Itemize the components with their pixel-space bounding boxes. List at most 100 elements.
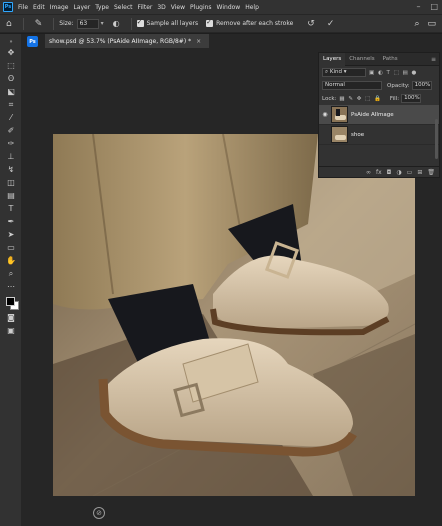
fx-icon[interactable]: fx — [376, 169, 382, 176]
menu-window[interactable]: Window — [217, 4, 241, 11]
document-canvas[interactable] — [53, 134, 415, 496]
blend-mode-label: Normal — [325, 82, 345, 88]
eraser-tool-icon[interactable]: ◫ — [4, 177, 18, 189]
tab-channels[interactable]: Channels — [345, 53, 378, 66]
menu-layer[interactable]: Layer — [73, 4, 90, 11]
tools-panel: » ✥ ⬚ ʘ ⬕ ⌗ ⁄ ✐ ✑ ⊥ ↯ ◫ ▤ T ✒ ➤ ▭ ✋ ⌕ ⋯ … — [0, 34, 22, 526]
fill-label: Fill: — [389, 95, 400, 102]
divider — [130, 17, 132, 30]
document-tab-bar: Ps show.psd @ 53.7% (PsAide AIImage, RGB… — [22, 34, 442, 48]
options-right: ⌕ ▭ — [414, 19, 436, 29]
size-label: Size: — [59, 20, 74, 27]
fill-input[interactable]: 100% — [401, 94, 422, 103]
layer-row[interactable]: shoe — [319, 125, 439, 145]
link-layers-icon[interactable]: ∞ — [366, 169, 371, 176]
commit-check-icon[interactable]: ✓ — [327, 19, 335, 29]
layer-row[interactable]: ◉ PsAide AIImage — [319, 105, 439, 125]
home-icon[interactable]: ⌂ — [6, 19, 12, 29]
lasso-tool-icon[interactable]: ʘ — [4, 73, 18, 85]
document-tab[interactable]: show.psd @ 53.7% (PsAide AIImage, RGB/8#… — [45, 34, 210, 48]
options-bar: ⌂ ✎ Size: 63 ▾ ◐ Sample all layers Remov… — [0, 14, 442, 33]
panel-tabs: Layers Channels Paths ≡ — [319, 52, 439, 66]
menu-view[interactable]: View — [171, 4, 185, 11]
lock-icons[interactable]: ▦ ✎ ✥ ⬚ 🔒 — [339, 96, 381, 102]
menu-type[interactable]: Type — [95, 4, 109, 11]
workspace-icon[interactable]: ▭ — [427, 19, 436, 29]
minimize-icon[interactable]: – — [416, 2, 420, 11]
document-tab-title: show.psd @ 53.7% (PsAide AIImage, RGB/8#… — [49, 37, 192, 45]
visibility-eye-icon[interactable]: ◉ — [319, 111, 331, 118]
type-tool-icon[interactable]: T — [4, 203, 18, 215]
menu-filter[interactable]: Filter — [138, 4, 153, 11]
rectangle-tool-icon[interactable]: ▭ — [4, 242, 18, 254]
panel-menu-icon[interactable]: ≡ — [431, 53, 436, 66]
move-tool-icon[interactable]: ✥ — [4, 47, 18, 59]
menu-select[interactable]: Select — [114, 4, 133, 11]
remove-tool-icon[interactable]: ✐ — [4, 125, 18, 137]
tab-paths[interactable]: Paths — [379, 53, 402, 66]
divider — [22, 17, 24, 30]
path-select-icon[interactable]: ➤ — [4, 229, 18, 241]
menu-edit[interactable]: Edit — [33, 4, 45, 11]
new-group-icon[interactable]: ▭ — [407, 169, 413, 176]
chevron-down-icon[interactable]: ▾ — [101, 20, 104, 27]
opacity-input[interactable]: 100% — [411, 81, 432, 90]
menu-help[interactable]: Help — [245, 4, 259, 11]
stamp-tool-icon[interactable]: ⊥ — [4, 151, 18, 163]
menu-file[interactable]: File — [18, 4, 28, 11]
search-icon[interactable]: ⌕ — [414, 19, 419, 29]
remove-after-stroke-checkbox[interactable] — [206, 18, 214, 27]
blend-mode-select[interactable]: Normal — [322, 81, 382, 90]
window-controls: – □ — [416, 2, 438, 11]
divider — [53, 17, 55, 30]
close-icon[interactable]: × — [196, 38, 201, 45]
sample-all-layers-label: Sample all layers — [146, 20, 199, 27]
delete-layer-icon[interactable]: 🗑 — [427, 169, 435, 176]
undo-icon[interactable]: ↺ — [307, 19, 315, 29]
layer-thumbnail — [331, 126, 348, 143]
adjustment-layer-icon[interactable]: ◑ — [396, 169, 401, 176]
layers-footer: ∞ fx ◘ ◑ ▭ ⊞ 🗑 — [319, 166, 439, 177]
brush-tool-icon[interactable]: ✑ — [4, 138, 18, 150]
app-badge: Ps — [27, 36, 38, 47]
add-mask-icon[interactable]: ◘ — [387, 169, 392, 176]
filter-icons[interactable]: ▣ ◐ T ⬚ ▤ ● — [369, 70, 417, 76]
sample-all-layers-checkbox[interactable] — [136, 18, 144, 27]
remove-after-stroke-label: Remove after each stroke — [216, 20, 294, 27]
filter-kind-select[interactable]: ⌕ Kind ▾ — [322, 68, 366, 77]
tab-layers[interactable]: Layers — [319, 52, 346, 66]
eyedropper-tool-icon[interactable]: ⁄ — [4, 112, 18, 124]
foreground-color-swatch[interactable] — [6, 297, 15, 306]
layer-name: PsAide AIImage — [351, 111, 394, 118]
brush-settings-icon[interactable]: ◐ — [113, 19, 120, 28]
new-layer-icon[interactable]: ⊞ — [417, 169, 422, 176]
opacity-label: Opacity: — [387, 82, 410, 89]
filter-kind-label: Kind — [329, 69, 342, 75]
edit-toolbar-icon[interactable]: ⋯ — [4, 281, 18, 293]
layers-panel: Layers Channels Paths ≡ ⌕ Kind ▾ ▣ ◐ T ⬚… — [318, 52, 440, 178]
history-brush-icon[interactable]: ↯ — [4, 164, 18, 176]
zoom-tool-icon[interactable]: ⌕ — [4, 268, 18, 280]
size-input[interactable]: 63 — [76, 18, 99, 29]
maximize-icon[interactable]: □ — [430, 2, 438, 11]
menu-image[interactable]: Image — [50, 4, 69, 11]
menu-plugins[interactable]: Plugins — [190, 4, 212, 11]
shoe-photo — [53, 134, 415, 496]
photoshop-logo[interactable]: Ps — [3, 2, 13, 12]
object-select-tool-icon[interactable]: ⬕ — [4, 86, 18, 98]
screen-mode-icon[interactable]: ▣ — [4, 325, 18, 337]
remove-tool-icon[interactable]: ✎ — [35, 19, 43, 29]
crop-tool-icon[interactable]: ⌗ — [4, 99, 18, 111]
panel-scrollbar[interactable] — [435, 119, 438, 159]
filter-row: ⌕ Kind ▾ ▣ ◐ T ⬚ ▤ ● — [319, 66, 439, 79]
lock-label: Lock: — [322, 95, 337, 102]
menu-bar: Ps File Edit Image Layer Type Select Fil… — [0, 0, 442, 14]
blend-row: Normal Opacity: 100% — [319, 79, 439, 92]
pen-tool-icon[interactable]: ✒ — [4, 216, 18, 228]
lock-row: Lock: ▦ ✎ ✥ ⬚ 🔒 Fill: 100% — [319, 92, 439, 105]
hand-tool-icon[interactable]: ✋ — [4, 255, 18, 267]
marquee-tool-icon[interactable]: ⬚ — [4, 60, 18, 72]
menu-3d[interactable]: 3D — [157, 4, 165, 11]
gradient-tool-icon[interactable]: ▤ — [4, 190, 18, 202]
quick-mask-icon[interactable]: ◙ — [4, 312, 18, 324]
